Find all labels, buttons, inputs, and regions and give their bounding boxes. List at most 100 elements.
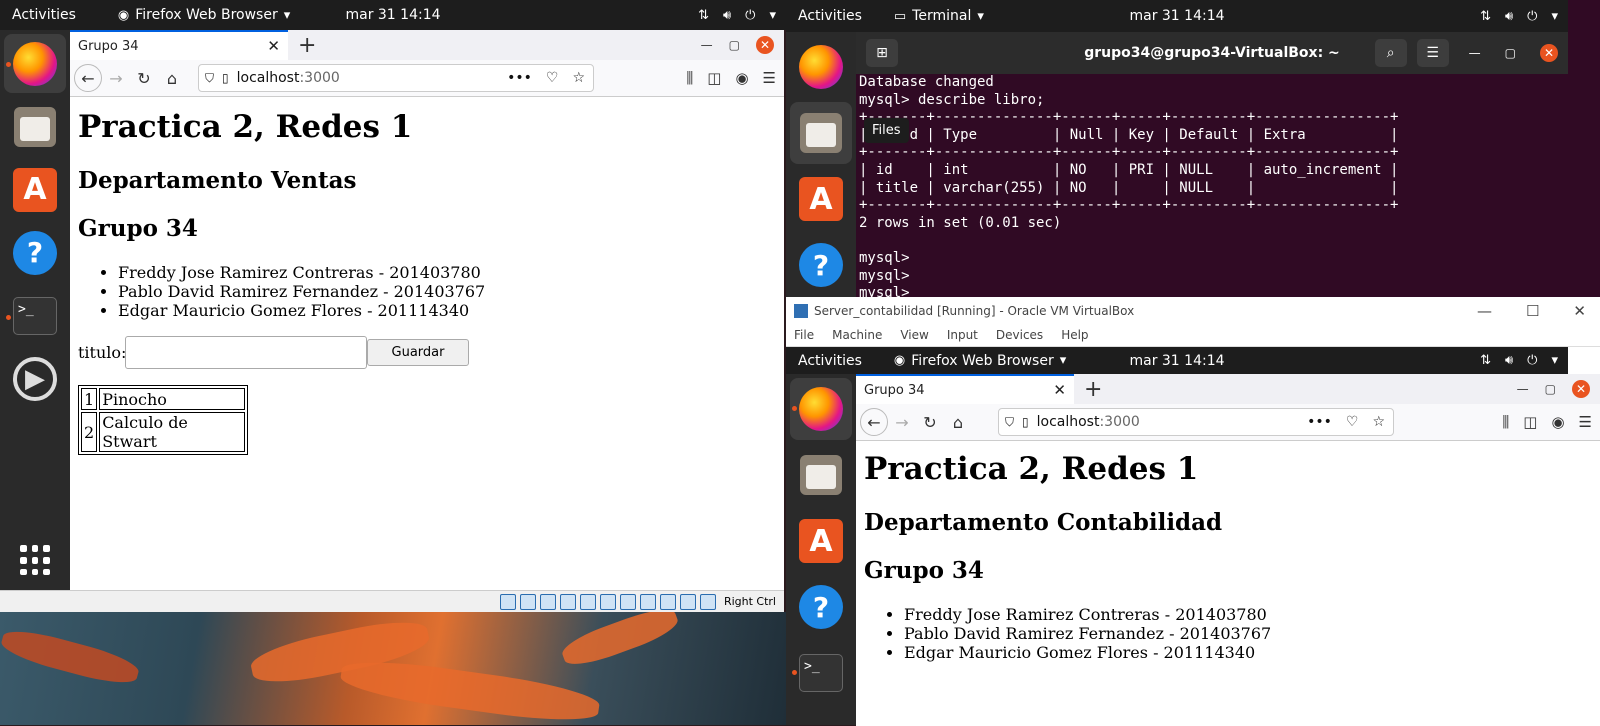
menu-view[interactable]: View <box>900 328 928 342</box>
keyboard-icon[interactable] <box>699 593 716 610</box>
activities-button[interactable]: Activities <box>786 353 874 369</box>
maximize-icon[interactable]: ▢ <box>1545 382 1556 396</box>
volume-icon: 🔊︎ <box>722 7 732 23</box>
library-icon[interactable]: ⫼ <box>686 69 693 87</box>
library-icon[interactable]: ⫼ <box>1502 413 1509 431</box>
system-tray[interactable]: ⇅ 🔊︎ ⏻ ▾ <box>1480 10 1558 23</box>
shield-icon[interactable]: ⛉ <box>1005 415 1014 430</box>
guardar-button[interactable]: Guardar <box>367 339 469 366</box>
dock-files[interactable] <box>790 444 852 506</box>
account-icon[interactable]: ◉ <box>735 69 748 87</box>
app-menu[interactable]: ▭ Terminal ▾ <box>894 8 984 24</box>
minimize-icon[interactable]: — <box>1517 382 1529 396</box>
list-item: Freddy Jose Ramirez Contreras - 20140378… <box>118 263 485 282</box>
back-button[interactable]: ← <box>74 64 102 92</box>
clock[interactable]: mar 31 14:14 <box>1129 8 1224 24</box>
mouse-integration-icon[interactable] <box>679 593 696 610</box>
dock-software[interactable]: A <box>4 160 66 219</box>
url-bar[interactable]: ⛉ ▯ localhost:3000 ••• ♡ ☆ <box>198 64 594 92</box>
menu-input[interactable]: Input <box>947 328 978 342</box>
search-button[interactable]: ⌕ <box>1374 39 1407 67</box>
home-button[interactable]: ⌂ <box>158 64 186 92</box>
dock-help[interactable]: ? <box>790 234 852 296</box>
bookmark-star-icon[interactable]: ☆ <box>572 70 585 86</box>
maximize-icon[interactable]: ▢ <box>729 38 740 52</box>
clock[interactable]: mar 31 14:14 <box>1129 353 1224 369</box>
minimize-icon[interactable]: — <box>701 38 713 52</box>
dock-help[interactable]: ? <box>790 576 852 638</box>
more-icon[interactable]: ••• <box>1307 414 1332 430</box>
menu-file[interactable]: File <box>794 328 814 342</box>
app-menu[interactable]: ◉ Firefox Web Browser ▾ <box>894 353 1066 369</box>
minimize-icon[interactable]: — <box>1469 46 1481 60</box>
shared-folders-icon[interactable] <box>599 593 616 610</box>
close-icon[interactable]: ✕ <box>267 37 280 55</box>
menu-help[interactable]: Help <box>1061 328 1088 342</box>
dock-firefox[interactable] <box>790 378 852 440</box>
bookmark-star-icon[interactable]: ☆ <box>1372 414 1385 430</box>
minimize-icon[interactable]: — <box>1477 302 1492 320</box>
activities-button[interactable]: Activities <box>0 7 88 23</box>
dock-software[interactable]: A <box>790 510 852 572</box>
forward-button[interactable]: → <box>888 408 916 436</box>
network-icon[interactable] <box>559 593 576 610</box>
titulo-input[interactable] <box>125 336 367 369</box>
pocket-icon[interactable]: ♡ <box>1346 414 1359 430</box>
clock[interactable]: mar 31 14:14 <box>345 7 440 23</box>
reload-button[interactable]: ↻ <box>916 408 944 436</box>
display-icon[interactable] <box>619 593 636 610</box>
dock-files[interactable] <box>790 102 852 164</box>
sidebar-icon[interactable]: ◫ <box>1523 413 1537 431</box>
dock-terminal[interactable]: >_ <box>790 642 852 704</box>
dock-app-grid[interactable] <box>4 531 66 590</box>
forward-button[interactable]: → <box>102 64 130 92</box>
tab-grupo34[interactable]: Grupo 34 ✕ <box>70 30 288 60</box>
dock-software[interactable]: A <box>790 168 852 230</box>
close-window-button[interactable]: ✕ <box>1540 44 1558 62</box>
dock-firefox[interactable] <box>4 34 66 94</box>
new-tab-button[interactable]: + <box>1084 377 1102 402</box>
close-icon[interactable]: ✕ <box>1053 381 1066 399</box>
close-icon[interactable]: ✕ <box>1573 302 1586 320</box>
more-icon[interactable]: ••• <box>507 70 532 86</box>
firefox-icon <box>799 45 843 89</box>
new-tab-button[interactable]: + <box>298 33 316 58</box>
menu-icon[interactable]: ☰ <box>1579 413 1592 431</box>
dock-terminal[interactable]: >_ <box>4 287 66 346</box>
cpu-icon[interactable] <box>659 593 676 610</box>
dock-files[interactable] <box>4 97 66 156</box>
shield-icon[interactable]: ⛉ <box>205 71 214 86</box>
pocket-icon[interactable]: ♡ <box>546 70 559 86</box>
home-button[interactable]: ⌂ <box>944 408 972 436</box>
maximize-icon[interactable]: ☐ <box>1526 302 1539 320</box>
tab-grupo34[interactable]: Grupo 34 ✕ <box>856 374 1074 404</box>
optical-drive-icon[interactable] <box>519 593 536 610</box>
url-bar[interactable]: ⛉ ▯ localhost:3000 ••• ♡ ☆ <box>998 408 1394 436</box>
dock-firefox[interactable] <box>790 36 852 98</box>
terminal-output[interactable]: Database changed mysql> describe libro; +-… <box>856 74 1568 297</box>
toolbar-right: ⫼ ◫ ◉ ☰ <box>686 69 776 87</box>
system-tray[interactable]: ⇅ 🔊︎ ⏻ ▾ <box>698 9 776 22</box>
menu-icon[interactable]: ☰ <box>763 69 776 87</box>
new-tab-button[interactable]: ⊞ <box>866 39 898 67</box>
sidebar-icon[interactable]: ◫ <box>707 69 721 87</box>
menu-devices[interactable]: Devices <box>996 328 1043 342</box>
activities-button[interactable]: Activities <box>786 8 874 24</box>
usb-icon[interactable] <box>579 593 596 610</box>
dock-settings[interactable]: ▶ <box>4 350 66 409</box>
hard-disk-icon[interactable] <box>499 593 516 610</box>
maximize-icon[interactable]: ▢ <box>1505 46 1516 60</box>
app-menu[interactable]: ◉ Firefox Web Browser ▾ <box>118 7 290 23</box>
back-button[interactable]: ← <box>860 408 888 436</box>
dock-help[interactable]: ? <box>4 223 66 282</box>
menu-button[interactable]: ☰ <box>1416 39 1449 67</box>
list-item: Freddy Jose Ramirez Contreras - 20140378… <box>904 605 1271 624</box>
reload-button[interactable]: ↻ <box>130 64 158 92</box>
close-window-button[interactable]: ✕ <box>756 36 774 54</box>
account-icon[interactable]: ◉ <box>1551 413 1564 431</box>
recording-icon[interactable] <box>639 593 656 610</box>
menu-machine[interactable]: Machine <box>832 328 882 342</box>
close-window-button[interactable]: ✕ <box>1572 380 1590 398</box>
audio-icon[interactable] <box>539 593 556 610</box>
system-tray[interactable]: ⇅ 🔊︎ ⏻ ▾ <box>1480 354 1558 367</box>
